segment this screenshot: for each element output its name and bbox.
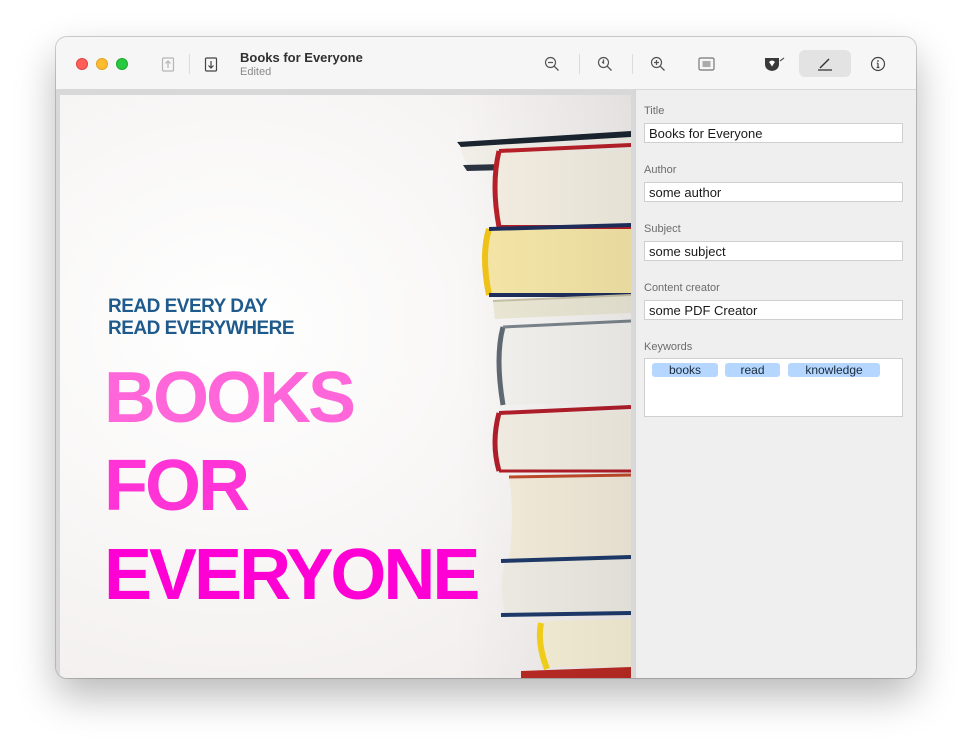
markup-icon — [818, 58, 832, 71]
title-field[interactable]: Books for Everyone — [644, 123, 903, 143]
zoom-out-icon — [544, 56, 559, 71]
title-bar: Books for Everyone Edited — [56, 37, 916, 90]
content-creator-field[interactable]: some PDF Creator — [644, 300, 903, 320]
rotate-button[interactable] — [594, 53, 616, 75]
info-icon — [870, 56, 886, 72]
rotate-icon — [597, 56, 612, 71]
subject-field[interactable]: some subject — [644, 241, 903, 261]
share-icon — [161, 57, 175, 72]
markup-button[interactable] — [799, 50, 851, 77]
zoom-out-button[interactable] — [541, 53, 563, 75]
info-button[interactable] — [867, 53, 889, 75]
cover-tagline-1: READ EVERY DAY — [108, 296, 268, 317]
keyword-token[interactable]: books — [652, 363, 718, 377]
save-button[interactable] — [200, 53, 222, 75]
document-info-inspector: Title Books for Everyone Author some aut… — [635, 90, 916, 678]
document-status: Edited — [240, 66, 272, 78]
author-label: Author — [644, 164, 677, 176]
document-title[interactable]: Books for Everyone — [240, 50, 363, 65]
cover-tagline-2: READ EVERYWHERE — [108, 318, 295, 339]
highlight-icon — [765, 57, 785, 71]
fullscreen-button[interactable] — [116, 58, 128, 70]
cover-word-for: FOR — [104, 446, 250, 526]
author-field[interactable]: some author — [644, 182, 903, 202]
zoom-in-icon — [650, 56, 665, 71]
minimize-button[interactable] — [96, 58, 108, 70]
highlight-button[interactable] — [763, 53, 785, 75]
title-label: Title — [644, 105, 665, 117]
cover-word-books: BOOKS — [104, 358, 356, 438]
thumbnail-button[interactable] — [695, 53, 717, 75]
document-canvas[interactable]: READ EVERY DAY READ EVERYWHERE BOOKS FOR… — [56, 90, 635, 678]
preview-window: Books for Everyone Edited READ EVERY DAY… — [56, 37, 916, 678]
keyword-token[interactable]: knowledge — [788, 363, 880, 377]
book-stack-image — [455, 95, 631, 678]
keywords-field[interactable]: books read knowledge — [644, 358, 903, 417]
keyword-token[interactable]: read — [725, 363, 780, 377]
thumbnail-icon — [697, 57, 715, 71]
share-button[interactable] — [157, 53, 179, 75]
subject-label: Subject — [644, 223, 681, 235]
keywords-label: Keywords — [644, 341, 693, 353]
save-icon — [204, 57, 218, 72]
content-creator-label: Content creator — [644, 282, 720, 294]
close-button[interactable] — [76, 58, 88, 70]
cover-word-everyone: EVERYONE — [104, 535, 480, 615]
pdf-page[interactable]: READ EVERY DAY READ EVERYWHERE BOOKS FOR… — [60, 95, 631, 678]
zoom-in-button[interactable] — [647, 53, 669, 75]
